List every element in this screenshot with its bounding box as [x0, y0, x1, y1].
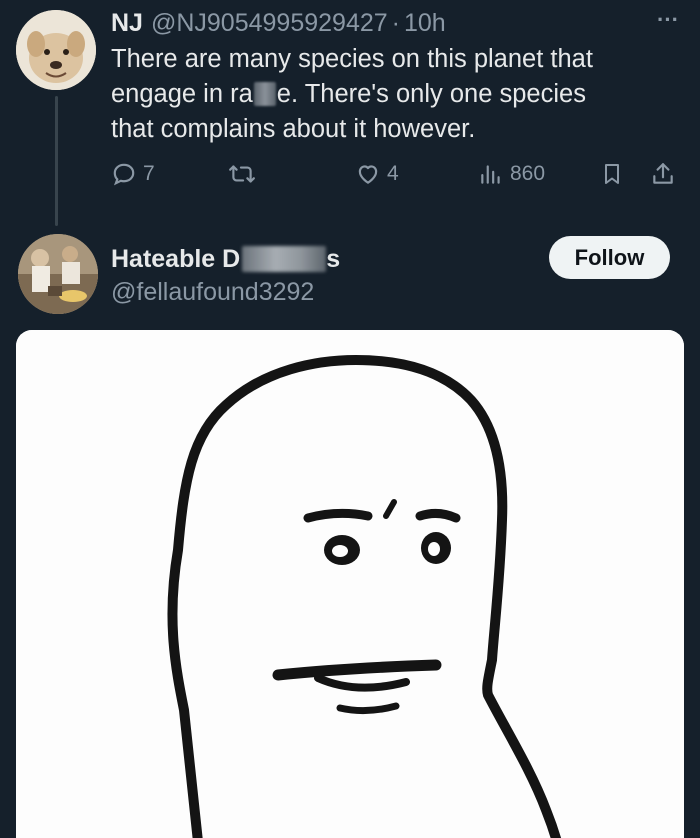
more-icon[interactable]: ···: [650, 9, 686, 34]
censor-blur: [253, 82, 276, 106]
share-button[interactable]: [650, 156, 676, 192]
author-name-start: Hateable D: [111, 244, 241, 273]
views-count: 860: [510, 162, 546, 185]
retweet-icon: [228, 161, 256, 187]
name-censor-blur: [242, 246, 327, 272]
avatar[interactable]: [16, 10, 96, 90]
views-icon: [478, 161, 504, 187]
views-button[interactable]: 860: [478, 156, 545, 192]
like-icon: [355, 161, 381, 187]
user-handle[interactable]: @NJ9054995929427: [151, 9, 388, 38]
tweet-text-line: engage in ra e. There's only one species: [111, 77, 681, 112]
tweet-text-fragment: engage in ra: [111, 80, 253, 108]
bookmark-icon: [600, 161, 624, 187]
timeline: NJ @NJ9054995929427 · 10h ··· There are …: [0, 0, 700, 838]
tweet-text-fragment: e. There's only one species: [276, 80, 586, 108]
avatar[interactable]: [18, 234, 98, 314]
tweet-text: There are many species on this planet th…: [111, 42, 681, 147]
reply-author-name[interactable]: Hateable D s: [111, 242, 340, 276]
tweet-header: NJ @NJ9054995929427 · 10h: [111, 6, 446, 40]
reply-count: 7: [143, 162, 155, 185]
separator-dot: ·: [391, 8, 400, 37]
display-name[interactable]: NJ: [111, 9, 143, 38]
tweet-text-line: that complains about it however.: [111, 115, 476, 143]
retweet-button[interactable]: [228, 156, 256, 192]
timestamp[interactable]: 10h: [404, 9, 446, 38]
share-icon: [650, 161, 676, 187]
follow-button[interactable]: Follow: [549, 236, 670, 279]
reply-button[interactable]: 7: [111, 156, 155, 192]
tweet-text-line: There are many species on this planet th…: [111, 45, 593, 73]
like-button[interactable]: 4: [355, 156, 399, 192]
reply-icon: [111, 161, 137, 187]
author-name-end: s: [326, 244, 341, 273]
like-count: 4: [387, 162, 399, 185]
media-image[interactable]: [16, 330, 684, 838]
thread-line: [55, 96, 58, 226]
reply-author-handle[interactable]: @fellaufound3292: [111, 276, 314, 308]
bookmark-button[interactable]: [600, 156, 624, 192]
